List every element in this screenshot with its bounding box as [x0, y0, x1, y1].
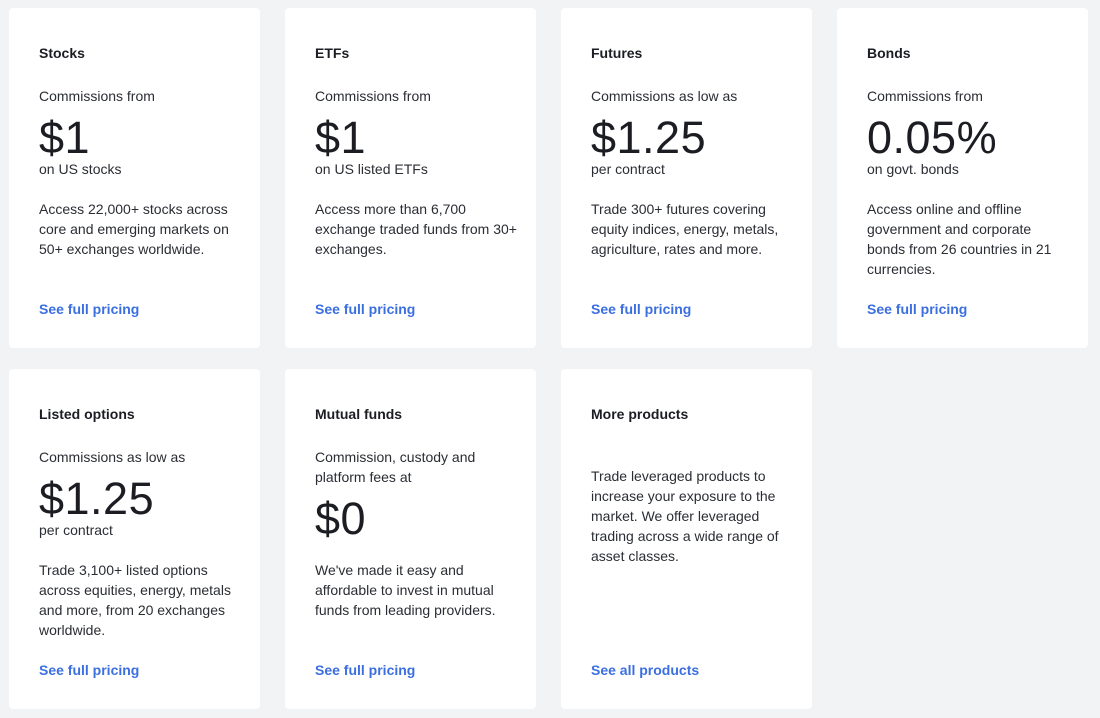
card-description: Access more than 6,700 exchange traded f… [315, 201, 517, 257]
card-title: ETFs [315, 45, 350, 61]
card-description: We've made it easy and affordable to inv… [315, 562, 496, 618]
card-description: Access online and offline government and… [867, 201, 1052, 277]
commission-price: $1.25 [39, 473, 155, 524]
commission-price: $1 [39, 112, 91, 163]
commission-unit: per contract [591, 161, 665, 177]
see-full-pricing-link[interactable]: See full pricing [39, 661, 242, 679]
commission-unit: on US stocks [39, 161, 122, 177]
commission-price: $1.25 [591, 112, 707, 163]
card-title: Mutual funds [315, 406, 403, 422]
commission-intro: Commissions as low as [39, 449, 186, 465]
product-card-more-products: More products Trade leveraged products t… [561, 369, 812, 709]
card-description: Trade 300+ futures covering equity indic… [591, 201, 779, 257]
commission-unit: per contract [39, 522, 113, 538]
card-description: Trade 3,100+ listed options across equit… [39, 562, 231, 638]
card-title: Listed options [39, 406, 135, 422]
see-full-pricing-link[interactable]: See full pricing [315, 661, 518, 679]
card-title: Bonds [867, 45, 911, 61]
commission-intro: Commissions from [315, 88, 431, 104]
commission-unit: on govt. bonds [867, 161, 959, 177]
commission-price: 0.05% [867, 112, 998, 163]
product-card-etfs: ETFs Commissions from $1 on US listed ET… [285, 8, 536, 348]
card-title: Futures [591, 45, 643, 61]
product-card-mutual-funds: Mutual funds Commission, custody and pla… [285, 369, 536, 709]
commission-intro: Commissions from [39, 88, 155, 104]
see-full-pricing-link[interactable]: See full pricing [315, 300, 518, 318]
product-card-futures: Futures Commissions as low as $1.25 per … [561, 8, 812, 348]
product-card-stocks: Stocks Commissions from $1 on US stocks … [9, 8, 260, 348]
commission-intro: Commissions from [867, 88, 983, 104]
card-title: More products [591, 406, 689, 422]
commission-intro: Commissions as low as [591, 88, 738, 104]
card-description: Trade leveraged products to increase you… [591, 468, 779, 564]
commission-price: $1 [315, 112, 367, 163]
commission-unit: on US listed ETFs [315, 161, 428, 177]
product-card-bonds: Bonds Commissions from 0.05% on govt. bo… [837, 8, 1088, 348]
see-full-pricing-link[interactable]: See full pricing [867, 300, 1070, 318]
card-description: Access 22,000+ stocks across core and em… [39, 201, 229, 257]
see-all-products-link[interactable]: See all products [591, 661, 794, 679]
see-full-pricing-link[interactable]: See full pricing [591, 300, 794, 318]
product-card-listed-options: Listed options Commissions as low as $1.… [9, 369, 260, 709]
see-full-pricing-link[interactable]: See full pricing [39, 300, 242, 318]
commission-intro: Commission, custody and platform fees at [315, 449, 476, 485]
card-title: Stocks [39, 45, 85, 61]
commission-price: $0 [315, 493, 367, 544]
